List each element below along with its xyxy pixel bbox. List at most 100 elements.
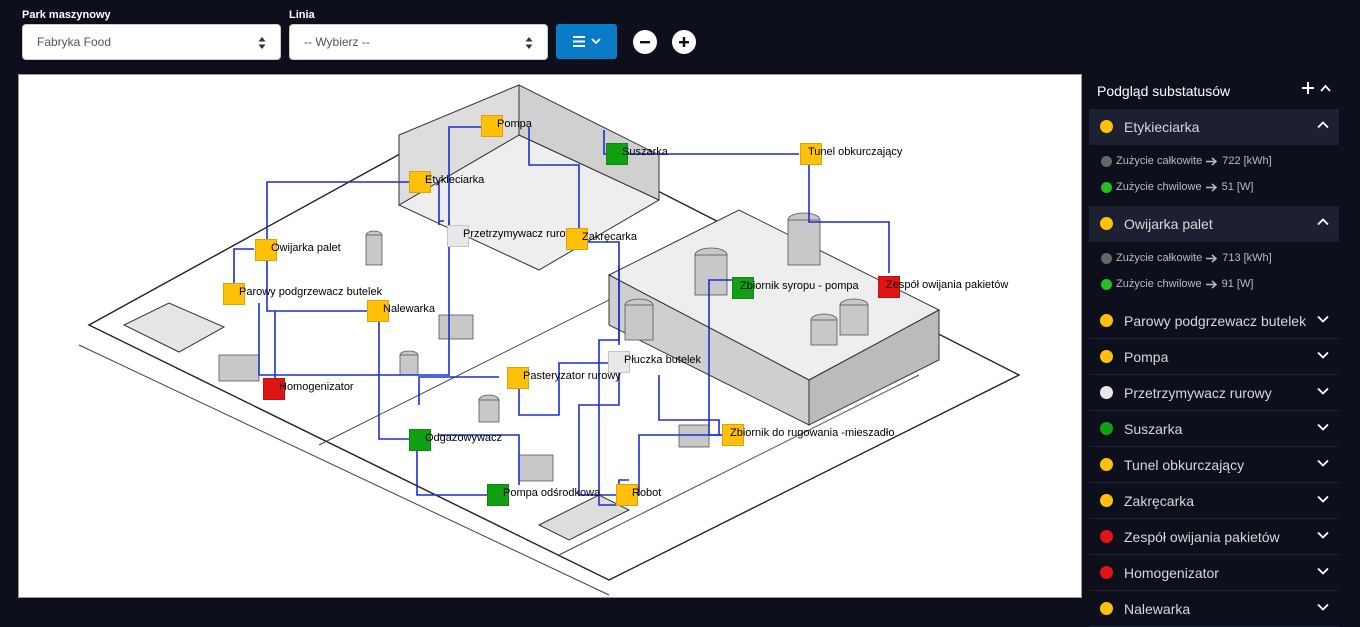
status-dot bbox=[1100, 458, 1113, 471]
chevron-down-icon[interactable] bbox=[1317, 421, 1329, 433]
map-node-label[interactable]: Pasteryzator rurowy bbox=[523, 370, 621, 382]
total-usage: Zużycie całkowite 713 [kWh] bbox=[1101, 252, 1272, 264]
substatus-item-name: Przetrzymywacz rurowy bbox=[1124, 385, 1272, 401]
total-usage-label: Zużycie całkowite bbox=[1116, 155, 1203, 167]
map-node-label[interactable]: Zakręcarka bbox=[582, 231, 637, 243]
chevron-down-icon[interactable] bbox=[1317, 529, 1329, 541]
map-node-label[interactable]: Zbiornik syropu - pompa bbox=[740, 280, 859, 292]
instant-usage-label: Zużycie chwilowe bbox=[1116, 181, 1202, 193]
status-dot bbox=[1101, 252, 1112, 264]
status-dot bbox=[1100, 314, 1113, 327]
substatus-item[interactable]: Nalewarka bbox=[1089, 591, 1339, 627]
chevron-down-icon[interactable] bbox=[1317, 493, 1329, 505]
map-node-label[interactable]: Pompa bbox=[497, 118, 532, 130]
arrow-right-icon bbox=[1206, 253, 1218, 263]
line-select-value: -- Wybierz -- bbox=[304, 35, 370, 49]
instant-usage: Zużycie chwilowe 91 [W] bbox=[1101, 278, 1253, 290]
substatus-item-name: Zespół owijania pakietów bbox=[1124, 529, 1280, 545]
status-dot bbox=[1101, 155, 1112, 167]
map-node-label[interactable]: Przetrzymywacz rurowy bbox=[463, 228, 579, 240]
status-dot bbox=[1100, 386, 1113, 399]
substatus-item[interactable]: Suszarka bbox=[1089, 411, 1339, 447]
chevron-up-icon[interactable] bbox=[1320, 84, 1331, 92]
chevron-down-icon[interactable] bbox=[1317, 349, 1329, 361]
status-dot bbox=[1100, 530, 1113, 543]
map-node-label[interactable]: Odgazowywacz bbox=[425, 432, 502, 444]
zoom-out-button[interactable] bbox=[633, 30, 657, 54]
substatus-item-name: Etykieciarka bbox=[1124, 119, 1200, 135]
map-node-label[interactable]: Owijarka palet bbox=[271, 242, 341, 254]
status-dot bbox=[1100, 602, 1113, 615]
sort-arrows-icon bbox=[258, 37, 266, 49]
minus-icon bbox=[640, 41, 650, 44]
arrow-right-icon bbox=[1205, 182, 1217, 192]
substatus-item-name: Owijarka palet bbox=[1124, 216, 1213, 232]
status-dot bbox=[1100, 120, 1113, 133]
map-node-label[interactable]: Etykieciarka bbox=[425, 174, 484, 186]
chevron-down-icon[interactable] bbox=[1317, 457, 1329, 469]
status-dot bbox=[1101, 181, 1112, 193]
substatus-item[interactable]: Tunel obkurczający bbox=[1089, 447, 1339, 483]
total-usage-value: 713 [kWh] bbox=[1222, 252, 1272, 264]
map-node-label[interactable]: Nalewarka bbox=[383, 303, 435, 315]
map-node-label[interactable]: Parowy podgrzewacz butelek bbox=[239, 286, 382, 298]
substatus-item-name: Parowy podgrzewacz butelek bbox=[1124, 313, 1307, 329]
substatus-item-name: Nalewarka bbox=[1124, 601, 1191, 617]
substatus-item[interactable]: Przetrzymywacz rurowy bbox=[1089, 375, 1339, 411]
substatus-item[interactable]: Zespół owijania pakietów bbox=[1089, 519, 1339, 555]
chevron-down-icon[interactable] bbox=[1317, 565, 1329, 577]
substatus-item-name: Pompa bbox=[1124, 349, 1169, 365]
instant-usage: Zużycie chwilowe 51 [W] bbox=[1101, 181, 1253, 193]
map-node-label[interactable]: Pompa odśrodkowa bbox=[503, 487, 600, 499]
zoom-in-button[interactable] bbox=[672, 30, 696, 54]
substatus-item[interactable]: Pompa bbox=[1089, 339, 1339, 375]
park-select-value: Fabryka Food bbox=[37, 35, 112, 49]
map-node-label[interactable]: Zbiornik do rugowania -mieszadło bbox=[730, 427, 894, 439]
substatus-item[interactable]: Homogenizator bbox=[1089, 555, 1339, 591]
substatus-item[interactable]: Etykieciarka bbox=[1089, 109, 1339, 145]
arrow-right-icon bbox=[1205, 279, 1217, 289]
list-icon bbox=[572, 36, 585, 47]
instant-usage-label: Zużycie chwilowe bbox=[1116, 278, 1202, 290]
substatus-item-name: Homogenizator bbox=[1124, 565, 1219, 581]
status-dot bbox=[1100, 494, 1113, 507]
chevron-up-icon[interactable] bbox=[1317, 119, 1329, 131]
substatus-item-name: Zakręcarka bbox=[1124, 493, 1195, 509]
map-node-label[interactable]: Tunel obkurczający bbox=[808, 146, 902, 158]
instant-usage-value: 91 [W] bbox=[1221, 278, 1254, 290]
chevron-down-icon[interactable] bbox=[1317, 601, 1329, 613]
arrow-right-icon bbox=[1206, 156, 1218, 166]
plus-icon[interactable] bbox=[1302, 82, 1314, 94]
panel-title: Podgląd substatusów bbox=[1097, 83, 1231, 99]
chevron-down-icon[interactable] bbox=[1317, 385, 1329, 397]
status-dot bbox=[1100, 422, 1113, 435]
map-node-label[interactable]: Robot bbox=[632, 487, 661, 499]
map-node-label[interactable]: Zespół owijania pakietów bbox=[886, 279, 1008, 291]
line-label: Linia bbox=[289, 9, 315, 21]
substatus-item-name: Tunel obkurczający bbox=[1124, 457, 1245, 473]
sort-arrows-icon bbox=[525, 37, 533, 49]
list-menu-button[interactable] bbox=[556, 24, 617, 59]
map-node-label[interactable]: Homogenizator bbox=[279, 381, 354, 393]
total-usage: Zużycie całkowite 722 [kWh] bbox=[1101, 155, 1272, 167]
chevron-up-icon[interactable] bbox=[1317, 216, 1329, 228]
status-dot bbox=[1101, 278, 1112, 290]
map-node-label[interactable]: Suszarka bbox=[622, 146, 668, 158]
map-node-label[interactable]: Płuczka butelek bbox=[624, 354, 701, 366]
factory-illustration bbox=[78, 84, 1021, 596]
park-label: Park maszynowy bbox=[22, 9, 111, 21]
substatus-item-name: Suszarka bbox=[1124, 421, 1183, 437]
chevron-down-icon bbox=[590, 38, 601, 45]
line-select[interactable]: -- Wybierz -- bbox=[289, 24, 548, 60]
substatus-item[interactable]: Zakręcarka bbox=[1089, 483, 1339, 519]
substatus-panel: Podgląd substatusów Etykieciarka Zużycie … bbox=[1089, 74, 1339, 627]
chevron-down-icon[interactable] bbox=[1317, 313, 1329, 325]
factory-map[interactable]: Pompa Suszarka Tunel obkurczający Etykiecia… bbox=[18, 74, 1082, 598]
total-usage-value: 722 [kWh] bbox=[1222, 155, 1272, 167]
park-select[interactable]: Fabryka Food bbox=[22, 24, 281, 60]
substatus-item[interactable]: Owijarka palet bbox=[1089, 206, 1339, 242]
total-usage-label: Zużycie całkowite bbox=[1116, 252, 1203, 264]
substatus-item[interactable]: Parowy podgrzewacz butelek bbox=[1089, 303, 1339, 339]
plus-icon bbox=[679, 37, 689, 47]
status-dot bbox=[1100, 350, 1113, 363]
